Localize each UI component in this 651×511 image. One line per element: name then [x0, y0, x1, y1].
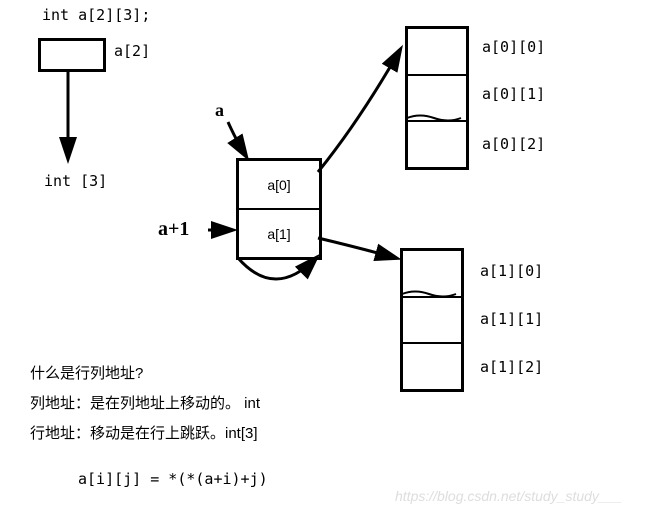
question-col: 列地址：是在列地址上移动的。 int — [30, 392, 260, 413]
cell-br-1 — [403, 298, 461, 345]
declaration-text: int a[2][3]; — [42, 6, 150, 24]
cell-tr-1 — [408, 76, 466, 123]
label-int3: int [3] — [44, 172, 107, 190]
label-a10: a[1][0] — [480, 262, 543, 280]
cell-mid-0: a[0] — [239, 161, 319, 210]
cell-mid-1: a[1] — [239, 210, 319, 257]
box-mid: a[0] a[1] — [236, 158, 322, 260]
box-top-right — [405, 26, 469, 170]
label-a02: a[0][2] — [482, 135, 545, 153]
label-a2: a[2] — [114, 42, 150, 60]
question-title: 什么是行列地址? — [30, 362, 143, 383]
question-row: 行地址：移动是在行上跳跃。int[3] — [30, 422, 258, 443]
label-ptr-a: a — [215, 100, 224, 121]
box-bot-right — [400, 248, 464, 392]
box-a2 — [38, 38, 106, 72]
formula-text: a[i][j] = *(*(a+i)+j) — [78, 470, 268, 488]
cell-br-0 — [403, 251, 461, 298]
cell-tr-2 — [408, 122, 466, 167]
label-a01: a[0][1] — [482, 85, 545, 103]
label-a11: a[1][1] — [480, 310, 543, 328]
watermark-text: https://blog.csdn.net/study_study___ — [395, 488, 622, 504]
label-ptr-a1: a+1 — [158, 218, 189, 241]
cell-tr-0 — [408, 29, 466, 76]
label-a00: a[0][0] — [482, 38, 545, 56]
cell-br-2 — [403, 344, 461, 389]
label-a12: a[1][2] — [480, 358, 543, 376]
